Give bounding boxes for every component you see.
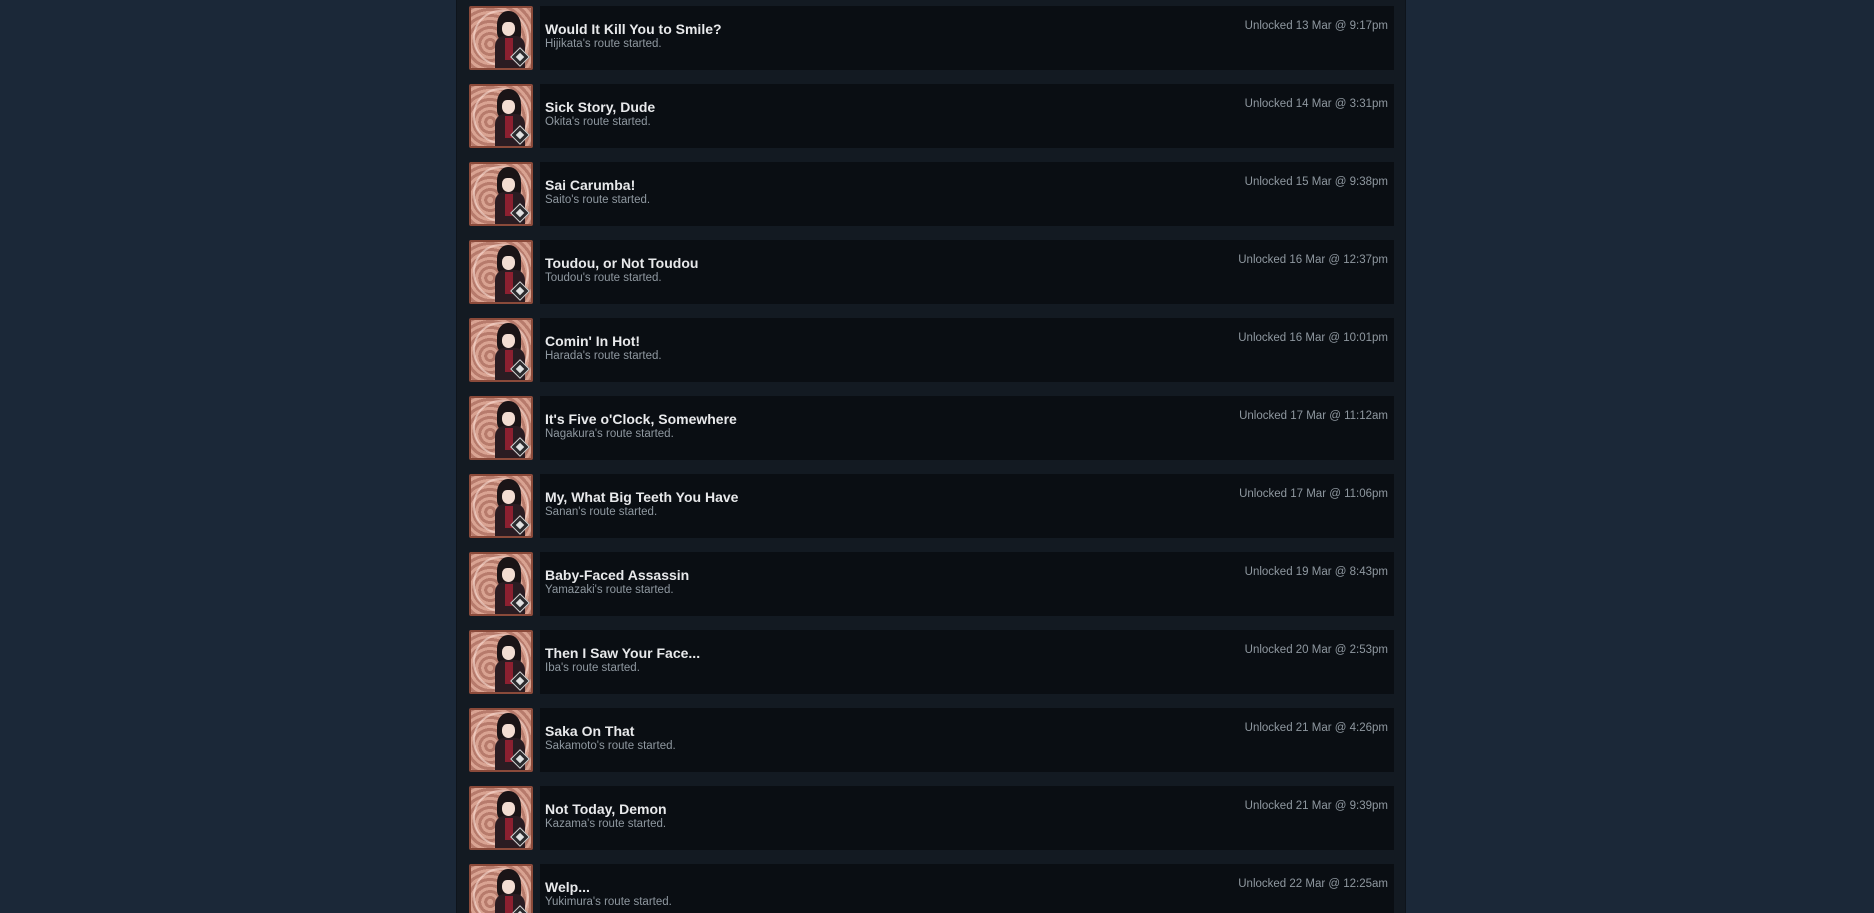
achievement-card: It's Five o'Clock, Somewhere Nagakura's … bbox=[540, 396, 1394, 460]
achievement-card: Not Today, Demon Kazama's route started.… bbox=[540, 786, 1394, 850]
achievement-list: Would It Kill You to Smile? Hijikata's r… bbox=[469, 6, 1394, 913]
achievement-title: Saka On That bbox=[545, 723, 635, 739]
achievement-description: Sakamoto's route started. bbox=[545, 740, 676, 752]
page: Would It Kill You to Smile? Hijikata's r… bbox=[0, 0, 1874, 913]
achievement-badge-icon bbox=[469, 240, 533, 304]
achievement-badge-icon bbox=[469, 786, 533, 850]
achievement-row: Sick Story, Dude Okita's route started. … bbox=[469, 84, 1394, 148]
achievement-title: My, What Big Teeth You Have bbox=[545, 489, 739, 505]
achievement-card: Comin' In Hot! Harada's route started. U… bbox=[540, 318, 1394, 382]
achievement-row: Baby-Faced Assassin Yamazaki's route sta… bbox=[469, 552, 1394, 616]
achievement-badge-icon bbox=[469, 396, 533, 460]
achievement-unlock-time: Unlocked 15 Mar @ 9:38pm bbox=[1244, 176, 1388, 188]
achievement-description: Saito's route started. bbox=[545, 194, 651, 206]
achievement-card: Then I Saw Your Face... Iba's route star… bbox=[540, 630, 1394, 694]
achievement-unlock-time: Unlocked 21 Mar @ 4:26pm bbox=[1244, 722, 1388, 734]
achievement-title: Would It Kill You to Smile? bbox=[545, 21, 722, 37]
achievement-badge-icon bbox=[469, 552, 533, 616]
achievement-unlock-time: Unlocked 13 Mar @ 9:17pm bbox=[1244, 20, 1388, 32]
achievement-badge-icon bbox=[469, 6, 533, 70]
achievement-title: Welp... bbox=[545, 879, 590, 895]
achievement-row: Sai Carumba! Saito's route started. Unlo… bbox=[469, 162, 1394, 226]
achievement-description: Yamazaki's route started. bbox=[545, 584, 674, 596]
achievement-row: Then I Saw Your Face... Iba's route star… bbox=[469, 630, 1394, 694]
achievement-title: Sick Story, Dude bbox=[545, 99, 656, 115]
achievement-badge-icon bbox=[469, 318, 533, 382]
achievement-badge-icon bbox=[469, 630, 533, 694]
achievement-unlock-time: Unlocked 17 Mar @ 11:12am bbox=[1239, 410, 1388, 422]
achievement-row: It's Five o'Clock, Somewhere Nagakura's … bbox=[469, 396, 1394, 460]
achievement-row: My, What Big Teeth You Have Sanan's rout… bbox=[469, 474, 1394, 538]
achievement-unlock-time: Unlocked 19 Mar @ 8:43pm bbox=[1244, 566, 1388, 578]
achievement-card: Saka On That Sakamoto's route started. U… bbox=[540, 708, 1394, 772]
achievement-unlock-time: Unlocked 22 Mar @ 12:25am bbox=[1238, 878, 1388, 890]
achievement-badge-icon bbox=[469, 162, 533, 226]
achievement-unlock-time: Unlocked 14 Mar @ 3:31pm bbox=[1244, 98, 1388, 110]
achievement-unlock-time: Unlocked 16 Mar @ 12:37pm bbox=[1238, 254, 1388, 266]
achievement-description: Okita's route started. bbox=[545, 116, 651, 128]
achievement-row: Saka On That Sakamoto's route started. U… bbox=[469, 708, 1394, 772]
achievement-description: Iba's route started. bbox=[545, 662, 640, 674]
achievement-title: Toudou, or Not Toudou bbox=[545, 255, 699, 271]
achievement-row: Would It Kill You to Smile? Hijikata's r… bbox=[469, 6, 1394, 70]
achievement-card: Baby-Faced Assassin Yamazaki's route sta… bbox=[540, 552, 1394, 616]
achievement-card: Sai Carumba! Saito's route started. Unlo… bbox=[540, 162, 1394, 226]
achievements-panel: Would It Kill You to Smile? Hijikata's r… bbox=[456, 0, 1406, 913]
achievement-description: Yukimura's route started. bbox=[545, 896, 672, 908]
achievement-title: Then I Saw Your Face... bbox=[545, 645, 701, 661]
achievement-description: Sanan's route started. bbox=[545, 506, 658, 518]
achievement-title: Comin' In Hot! bbox=[545, 333, 641, 349]
achievement-badge-icon bbox=[469, 474, 533, 538]
achievement-badge-icon bbox=[469, 708, 533, 772]
achievement-row: Not Today, Demon Kazama's route started.… bbox=[469, 786, 1394, 850]
achievement-description: Nagakura's route started. bbox=[545, 428, 674, 440]
achievement-card: Toudou, or Not Toudou Toudou's route sta… bbox=[540, 240, 1394, 304]
achievement-unlock-time: Unlocked 16 Mar @ 10:01pm bbox=[1238, 332, 1388, 344]
achievement-row: Comin' In Hot! Harada's route started. U… bbox=[469, 318, 1394, 382]
achievement-row: Toudou, or Not Toudou Toudou's route sta… bbox=[469, 240, 1394, 304]
achievement-description: Harada's route started. bbox=[545, 350, 662, 362]
achievement-title: Not Today, Demon bbox=[545, 801, 667, 817]
achievement-card: Would It Kill You to Smile? Hijikata's r… bbox=[540, 6, 1394, 70]
achievement-unlock-time: Unlocked 17 Mar @ 11:06pm bbox=[1239, 488, 1388, 500]
achievement-row: Welp... Yukimura's route started. Unlock… bbox=[469, 864, 1394, 913]
achievement-badge-icon bbox=[469, 864, 533, 913]
achievement-description: Toudou's route started. bbox=[545, 272, 662, 284]
achievement-unlock-time: Unlocked 21 Mar @ 9:39pm bbox=[1244, 800, 1388, 812]
achievement-title: Sai Carumba! bbox=[545, 177, 636, 193]
achievement-unlock-time: Unlocked 20 Mar @ 2:53pm bbox=[1244, 644, 1388, 656]
achievement-badge-icon bbox=[469, 84, 533, 148]
achievement-title: Baby-Faced Assassin bbox=[545, 567, 690, 583]
achievement-description: Hijikata's route started. bbox=[545, 38, 662, 50]
achievement-card: My, What Big Teeth You Have Sanan's rout… bbox=[540, 474, 1394, 538]
achievement-card: Welp... Yukimura's route started. Unlock… bbox=[540, 864, 1394, 913]
achievement-title: It's Five o'Clock, Somewhere bbox=[545, 411, 737, 427]
achievement-description: Kazama's route started. bbox=[545, 818, 667, 830]
achievement-card: Sick Story, Dude Okita's route started. … bbox=[540, 84, 1394, 148]
